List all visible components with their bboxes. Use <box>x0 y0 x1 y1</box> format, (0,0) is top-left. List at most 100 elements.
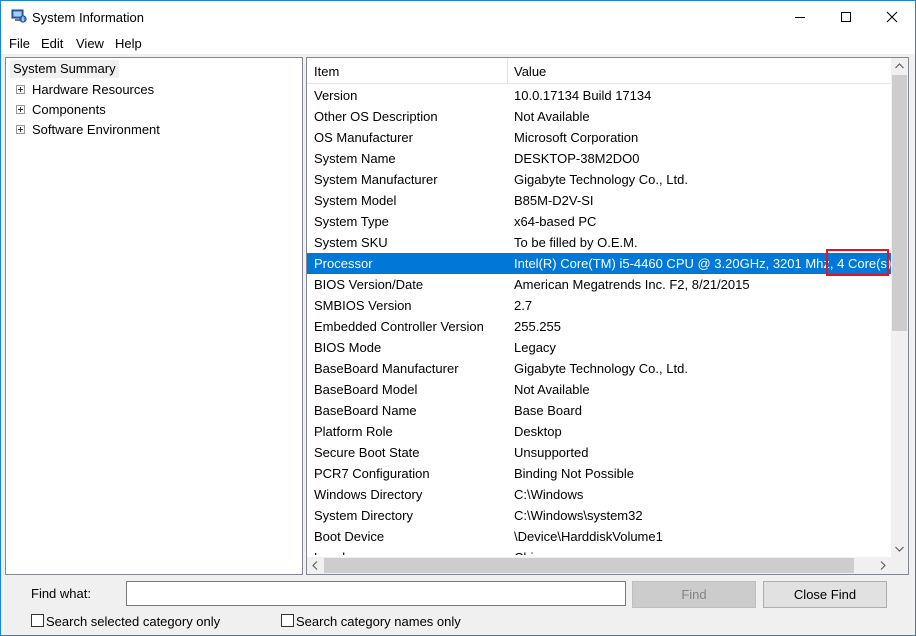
row-item-value: DESKTOP-38M2DO0 <box>514 151 640 166</box>
table-row[interactable]: System SKU To be filled by O.E.M. <box>307 232 891 253</box>
table-row[interactable]: Version 10.0.17134 Build 17134 <box>307 85 891 106</box>
table-row[interactable]: Platform Role Desktop <box>307 421 891 442</box>
maximize-button[interactable] <box>823 1 869 32</box>
row-item-value: To be filled by O.E.M. <box>514 235 638 250</box>
table-row[interactable]: OS Manufacturer Microsoft Corporation <box>307 127 891 148</box>
table-row[interactable]: System Directory C:\Windows\system32 <box>307 505 891 526</box>
menu-bar: File Edit View Help <box>1 32 915 54</box>
row-item-value: Not Available <box>514 382 590 397</box>
close-icon <box>886 11 898 22</box>
table-row[interactable]: BaseBoard Manufacturer Gigabyte Technolog… <box>307 358 891 379</box>
scroll-right-icon <box>880 561 886 570</box>
row-item-value: C:\Windows <box>514 487 584 502</box>
search-category-names-checkbox[interactable] <box>281 614 294 627</box>
row-item-name: System Manufacturer <box>314 172 438 187</box>
search-selected-category-checkbox[interactable] <box>31 614 44 627</box>
row-item-value: Not Available <box>514 109 590 124</box>
menu-file[interactable]: File <box>9 36 30 51</box>
tree-item-software-environment[interactable]: Software Environment <box>6 120 296 138</box>
title-bar[interactable]: System Information <box>1 1 915 32</box>
table-row[interactable]: System Model B85M-D2V-SI <box>307 190 891 211</box>
expand-icon[interactable] <box>16 105 25 114</box>
horizontal-scrollbar[interactable] <box>307 557 891 574</box>
table-row[interactable]: Secure Boot State Unsupported <box>307 442 891 463</box>
row-item-value: Gigabyte Technology Co., Ltd. <box>514 361 688 376</box>
list-rows: Version 10.0.17134 Build 17134 Other OS De… <box>307 85 891 555</box>
table-row[interactable]: BIOS Mode Legacy <box>307 337 891 358</box>
table-row[interactable]: SMBIOS Version 2.7 <box>307 295 891 316</box>
system-information-window: System Information File Edit View Help S… <box>0 0 916 636</box>
table-row[interactable]: Processor Intel(R) Core(TM) i5-4460 CPU @… <box>307 249 891 276</box>
row-item-name: Embedded Controller Version <box>314 319 484 334</box>
scroll-down-icon <box>895 546 904 552</box>
tree-item-components[interactable]: Components <box>6 100 296 118</box>
row-item-name: PCR7 Configuration <box>314 466 430 481</box>
row-item-name: Windows Directory <box>314 487 423 502</box>
row-item-value: Gigabyte Technology Co., Ltd. <box>514 172 688 187</box>
maximize-icon <box>841 11 851 22</box>
row-item-name: System SKU <box>314 235 388 250</box>
table-row[interactable]: System Name DESKTOP-38M2DO0 <box>307 148 891 169</box>
vertical-scroll-thumb[interactable] <box>892 75 907 331</box>
row-item-name: Processor <box>314 256 373 271</box>
column-header-item[interactable]: Item <box>314 64 339 79</box>
minimize-icon <box>795 16 805 18</box>
close-find-button[interactable]: Close Find <box>763 581 887 608</box>
table-row[interactable]: System Manufacturer Gigabyte Technology C… <box>307 169 891 190</box>
category-tree[interactable]: System Summary Hardware Resources Compon… <box>5 57 303 575</box>
table-row[interactable]: BIOS Version/Date American Megatrends Inc… <box>307 274 891 295</box>
vertical-scrollbar[interactable] <box>891 58 908 557</box>
horizontal-scroll-thumb[interactable] <box>324 558 854 573</box>
list-header: Item Value <box>307 58 891 84</box>
row-item-value: x64-based PC <box>514 214 597 229</box>
row-item-value: Base Board <box>514 403 582 418</box>
row-item-name: OS Manufacturer <box>314 130 413 145</box>
find-what-label: Find what: <box>31 586 91 601</box>
system-information-app-icon <box>11 9 27 24</box>
row-item-value: American Megatrends Inc. F2, 8/21/2015 <box>514 277 750 292</box>
row-item-name: Other OS Description <box>314 109 438 124</box>
table-row[interactable]: BaseBoard Name Base Board <box>307 400 891 421</box>
table-row[interactable]: Other OS Description Not Available <box>307 106 891 127</box>
tree-item-label: Hardware Resources <box>32 82 155 97</box>
tree-item-hardware-resources[interactable]: Hardware Resources <box>6 80 296 98</box>
window-title: System Information <box>32 10 144 25</box>
table-row[interactable]: Embedded Controller Version 255.255 <box>307 316 891 337</box>
column-divider[interactable] <box>507 58 508 84</box>
menu-help[interactable]: Help <box>115 36 142 51</box>
row-item-name: BIOS Version/Date <box>314 277 424 292</box>
row-item-value: B85M-D2V-SI <box>514 193 594 208</box>
table-row[interactable]: BaseBoard Model Not Available <box>307 379 891 400</box>
details-list[interactable]: Item Value Version 10.0.17134 Build 17134… <box>306 57 909 575</box>
row-item-name: BIOS Mode <box>314 340 382 355</box>
find-button[interactable]: Find <box>632 581 756 608</box>
search-selected-category-label[interactable]: Search selected category only <box>46 614 220 629</box>
tree-item-system-summary[interactable]: System Summary <box>10 60 119 78</box>
table-row[interactable]: PCR7 Configuration Binding Not Possible <box>307 463 891 484</box>
expand-icon[interactable] <box>16 125 25 134</box>
row-item-value: Microsoft Corporation <box>514 130 639 145</box>
row-item-value: China <box>514 550 548 555</box>
row-item-value: 2.7 <box>514 298 533 313</box>
row-item-name: Boot Device <box>314 529 385 544</box>
row-item-name: BaseBoard Manufacturer <box>314 361 459 376</box>
table-row[interactable]: System Type x64-based PC <box>307 211 891 232</box>
minimize-button[interactable] <box>777 1 823 32</box>
table-row[interactable]: Windows Directory C:\Windows <box>307 484 891 505</box>
scrollbar-corner <box>891 557 908 574</box>
table-row[interactable]: Locale China <box>307 547 891 555</box>
table-row[interactable]: Boot Device \Device\HarddiskVolume1 <box>307 526 891 547</box>
search-category-names-label[interactable]: Search category names only <box>296 614 461 629</box>
find-what-input[interactable] <box>126 581 626 606</box>
column-header-value[interactable]: Value <box>514 64 546 79</box>
row-item-name: BaseBoard Name <box>314 403 417 418</box>
row-item-value: 255.255 <box>514 319 561 334</box>
scroll-up-icon <box>895 63 904 69</box>
scroll-left-icon <box>312 561 318 570</box>
menu-edit[interactable]: Edit <box>41 36 63 51</box>
expand-icon[interactable] <box>16 85 25 94</box>
row-item-value: Desktop <box>514 424 562 439</box>
menu-view[interactable]: View <box>76 36 104 51</box>
close-window-button[interactable] <box>869 1 915 32</box>
row-item-name: SMBIOS Version <box>314 298 412 313</box>
